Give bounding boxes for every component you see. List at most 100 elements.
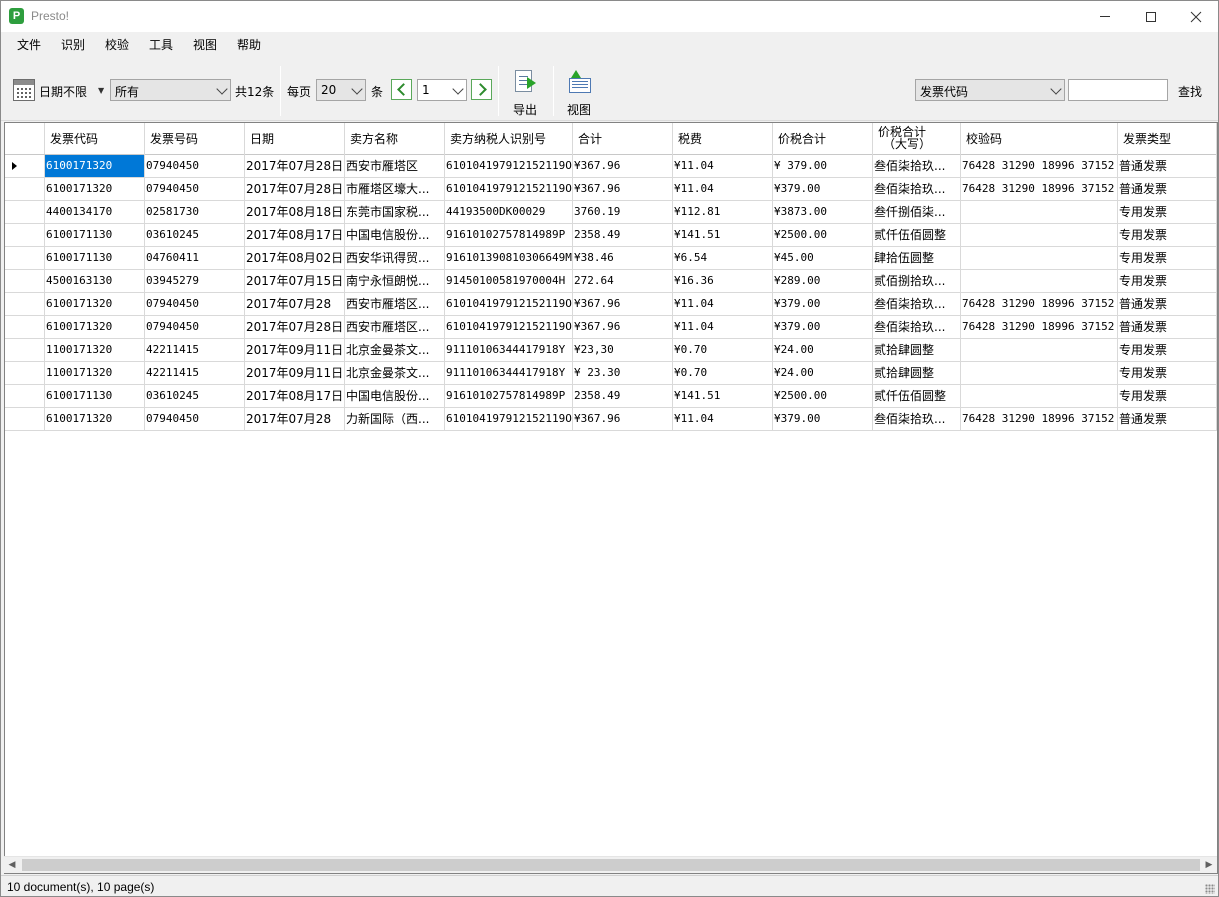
scroll-left-icon[interactable]: ◀ — [4, 858, 20, 873]
cell-total[interactable]: 2358.49 — [573, 224, 673, 246]
cell-total-uppercase[interactable]: 叁佰柒拾玖... — [873, 316, 961, 338]
cell-total-uppercase[interactable]: 叁佰柒拾玖... — [873, 178, 961, 200]
cell-total-with-tax[interactable]: ¥ 379.00 — [773, 155, 873, 177]
cell-total-with-tax[interactable]: ¥379.00 — [773, 293, 873, 315]
table-row[interactable]: 4500163130 03945279 2017年07月15日 南宁永恒朗悦... 91… — [5, 270, 1217, 293]
cell-invoice-number[interactable]: 07940450 — [145, 316, 245, 338]
title-bar[interactable]: P Presto! — [1, 1, 1218, 32]
cell-tax[interactable]: ¥16.36 — [673, 270, 773, 292]
cell-invoice-code[interactable]: 6100171320 — [45, 178, 145, 200]
cell-invoice-number[interactable]: 03610245 — [145, 224, 245, 246]
cell-seller-tax-id[interactable]: 44193500DK00029 — [445, 201, 573, 223]
cell-check-code[interactable] — [961, 362, 1118, 384]
menu-view[interactable]: 视图 — [193, 36, 217, 53]
cell-invoice-code[interactable]: 6100171130 — [45, 247, 145, 269]
view-button[interactable]: 视图 — [561, 68, 597, 118]
cell-total-uppercase[interactable]: 叁佰柒拾玖... — [873, 293, 961, 315]
table-row[interactable]: 4400134170 02581730 2017年08月18日 东莞市国家税... 44… — [5, 201, 1217, 224]
table-row[interactable]: 6100171320 07940450 2017年07月28日 西安市雁塔区... 61… — [5, 316, 1217, 339]
cell-tax[interactable]: ¥11.04 — [673, 408, 773, 430]
cell-seller-name[interactable]: 北京金曼茶文... — [345, 362, 445, 384]
col-header-invoice-type[interactable]: 发票类型 — [1118, 123, 1217, 155]
menu-verify[interactable]: 校验 — [105, 36, 129, 53]
scroll-right-icon[interactable]: ▶ — [1201, 858, 1217, 873]
cell-tax[interactable]: ¥11.04 — [673, 316, 773, 338]
cell-tax[interactable]: ¥11.04 — [673, 293, 773, 315]
cell-invoice-number[interactable]: 07940450 — [145, 155, 245, 177]
prev-page-button[interactable] — [391, 79, 412, 100]
cell-invoice-type[interactable]: 专用发票 — [1118, 385, 1217, 407]
cell-seller-tax-id[interactable]: 91450100581970004H — [445, 270, 573, 292]
row-header[interactable] — [5, 155, 45, 177]
cell-invoice-number[interactable]: 42211415 — [145, 339, 245, 361]
cell-total[interactable]: 272.64 — [573, 270, 673, 292]
cell-check-code[interactable] — [961, 385, 1118, 407]
cell-invoice-code[interactable]: 4500163130 — [45, 270, 145, 292]
per-page-select[interactable]: 20 — [316, 79, 366, 101]
resize-grip-icon[interactable] — [1205, 884, 1215, 894]
cell-total-with-tax[interactable]: ¥379.00 — [773, 408, 873, 430]
cell-date[interactable]: 2017年07月28 — [245, 293, 345, 315]
cell-seller-name[interactable]: 西安华讯得贸... — [345, 247, 445, 269]
cell-seller-name[interactable]: 东莞市国家税... — [345, 201, 445, 223]
cell-date[interactable]: 2017年07月28日 — [245, 178, 345, 200]
menu-help[interactable]: 帮助 — [237, 36, 261, 53]
cell-seller-name[interactable]: 力新国际（西... — [345, 408, 445, 430]
cell-check-code[interactable]: 76428 31290 18996 37152 — [961, 316, 1118, 338]
cell-total[interactable]: ¥367.96 — [573, 178, 673, 200]
cell-invoice-number[interactable]: 02581730 — [145, 201, 245, 223]
cell-date[interactable]: 2017年07月28日 — [245, 155, 345, 177]
cell-invoice-code[interactable]: 6100171130 — [45, 385, 145, 407]
cell-date[interactable]: 2017年07月28日 — [245, 316, 345, 338]
cell-invoice-type[interactable]: 专用发票 — [1118, 362, 1217, 384]
menu-tools[interactable]: 工具 — [149, 36, 173, 53]
table-row[interactable]: 6100171320 07940450 2017年07月28日 市雁塔区壕大... 61… — [5, 178, 1217, 201]
page-select[interactable]: 1 — [417, 79, 467, 101]
cell-seller-name[interactable]: 西安市雁塔区 — [345, 155, 445, 177]
date-range-select[interactable]: 所有 — [110, 79, 231, 101]
maximize-button[interactable] — [1128, 1, 1174, 32]
row-header[interactable] — [5, 247, 45, 269]
cell-invoice-type[interactable]: 专用发票 — [1118, 270, 1217, 292]
menu-recognize[interactable]: 识别 — [61, 36, 85, 53]
cell-total[interactable]: ¥367.96 — [573, 293, 673, 315]
cell-invoice-type[interactable]: 普通发票 — [1118, 408, 1217, 430]
cell-seller-tax-id[interactable]: 91610102757814989P — [445, 224, 573, 246]
cell-invoice-number[interactable]: 03945279 — [145, 270, 245, 292]
cell-total[interactable]: 2358.49 — [573, 385, 673, 407]
table-row[interactable]: 6100171320 07940450 2017年07月28 力新国际（西... 610… — [5, 408, 1217, 431]
search-button[interactable]: 查找 — [1178, 83, 1202, 100]
export-button[interactable]: 导出 — [507, 68, 543, 118]
cell-seller-tax-id[interactable]: 610104197912152119O2 — [445, 316, 573, 338]
cell-date[interactable]: 2017年09月11日 — [245, 339, 345, 361]
col-header-total-with-tax[interactable]: 价税合计 — [773, 123, 873, 155]
cell-seller-name[interactable]: 南宁永恒朗悦... — [345, 270, 445, 292]
cell-total-with-tax[interactable]: ¥289.00 — [773, 270, 873, 292]
close-button[interactable] — [1173, 1, 1219, 32]
calendar-icon[interactable] — [13, 79, 35, 101]
cell-date[interactable]: 2017年08月18日 — [245, 201, 345, 223]
row-header-corner[interactable] — [5, 123, 45, 154]
cell-invoice-number[interactable]: 03610245 — [145, 385, 245, 407]
cell-invoice-code[interactable]: 6100171130 — [45, 224, 145, 246]
cell-total-uppercase[interactable]: 贰佰捌拾玖... — [873, 270, 961, 292]
cell-tax[interactable]: ¥0.70 — [673, 362, 773, 384]
cell-tax[interactable]: ¥141.51 — [673, 385, 773, 407]
cell-total-with-tax[interactable]: ¥3873.00 — [773, 201, 873, 223]
menu-file[interactable]: 文件 — [17, 36, 41, 53]
cell-invoice-type[interactable]: 专用发票 — [1118, 339, 1217, 361]
cell-invoice-type[interactable]: 专用发票 — [1118, 201, 1217, 223]
cell-date[interactable]: 2017年09月11日 — [245, 362, 345, 384]
cell-total-with-tax[interactable]: ¥45.00 — [773, 247, 873, 269]
cell-invoice-type[interactable]: 普通发票 — [1118, 293, 1217, 315]
cell-tax[interactable]: ¥11.04 — [673, 155, 773, 177]
table-row[interactable]: 6100171130 03610245 2017年08月17日 中国电信股份... 91… — [5, 385, 1217, 408]
cell-seller-name[interactable]: 市雁塔区壕大... — [345, 178, 445, 200]
cell-check-code[interactable] — [961, 247, 1118, 269]
row-header[interactable] — [5, 178, 45, 200]
cell-tax[interactable]: ¥0.70 — [673, 339, 773, 361]
cell-total-with-tax[interactable]: ¥24.00 — [773, 339, 873, 361]
cell-check-code[interactable] — [961, 224, 1118, 246]
table-row[interactable]: 6100171130 03610245 2017年08月17日 中国电信股份... 91… — [5, 224, 1217, 247]
cell-invoice-code[interactable]: 6100171320 — [45, 155, 145, 177]
